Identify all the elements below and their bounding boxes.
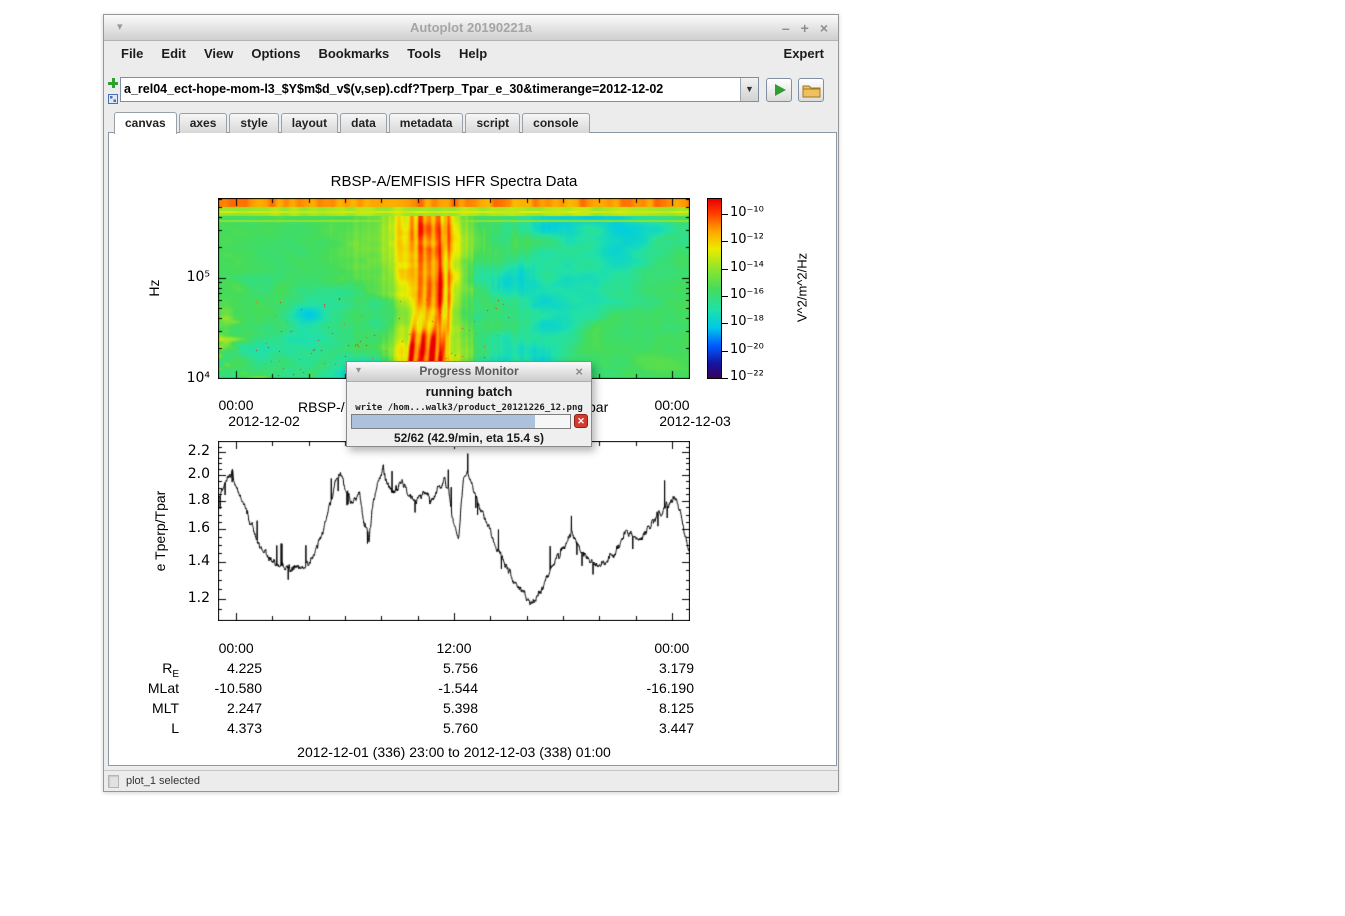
colorbar-tick: 10⁻¹⁶: [730, 287, 764, 302]
colorbar: [707, 198, 722, 379]
go-button[interactable]: [766, 78, 792, 102]
tab-data[interactable]: data: [340, 113, 387, 133]
spectrogram-date-right: 2012-12-03: [650, 413, 740, 429]
folder-icon: [802, 83, 821, 98]
cancel-button[interactable]: ✕: [574, 414, 588, 428]
status-bar: plot_1 selected: [104, 770, 838, 791]
progress-file: write /hom...walk3/product_20121226_12.p…: [347, 403, 591, 413]
lineplot-ytick: 2.0: [150, 466, 210, 482]
menu-bar-items: FileEditViewOptionsBookmarksToolsHelp: [112, 46, 496, 61]
lineplot-xtick: 12:00: [424, 640, 484, 656]
tab-axes[interactable]: axes: [179, 113, 228, 133]
colorbar-tick: 10⁻¹²: [730, 232, 764, 247]
menu-file[interactable]: File: [112, 46, 152, 61]
ephemeris-value: -1.544: [378, 680, 478, 696]
ephemeris-row-mlt: MLT2.2475.3988.125: [109, 700, 709, 718]
uri-dropdown-button[interactable]: ▼: [740, 78, 758, 101]
status-text: plot_1 selected: [126, 775, 200, 787]
colorbar-tick: 10⁻²⁰: [730, 342, 764, 357]
colorbar-tick: 10⁻¹⁴: [730, 260, 764, 275]
ephemeris-value: 2.247: [162, 700, 262, 716]
tab-layout[interactable]: layout: [281, 113, 338, 133]
lineplot-xtick: 00:00: [642, 640, 702, 656]
ephemeris-value: 8.125: [594, 700, 694, 716]
lineplot-ytick: 2.2: [150, 443, 210, 459]
tab-metadata[interactable]: metadata: [389, 113, 464, 133]
ephemeris-value: 3.179: [594, 660, 694, 676]
spectrogram-date-left: 2012-12-02: [219, 413, 309, 429]
lineplot[interactable]: [218, 441, 690, 621]
maximize-button[interactable]: +: [801, 20, 809, 36]
spectrogram-ytick: 10⁵: [150, 269, 210, 285]
ephemeris-value: -16.190: [594, 680, 694, 696]
dialog-close-button[interactable]: ×: [575, 362, 583, 381]
ephemeris-value: 5.398: [378, 700, 478, 716]
window-title: Autoplot 20190221a: [104, 15, 838, 40]
tab-script[interactable]: script: [465, 113, 520, 133]
lineplot-ytick: 1.6: [150, 520, 210, 536]
spectrogram-ytick: 10⁴: [150, 370, 210, 386]
spectrogram-plot[interactable]: [218, 198, 690, 379]
status-grip: [108, 775, 119, 788]
ephemeris-value: 5.760: [378, 720, 478, 736]
colorbar-tick: 10⁻¹⁸: [730, 314, 764, 329]
play-icon: [775, 84, 786, 96]
ephemeris-value: 3.447: [594, 720, 694, 736]
ephemeris-row-r: RE4.2255.7563.179: [109, 660, 709, 678]
progress-monitor-dialog: ▾ Progress Monitor × running batch write…: [346, 361, 592, 447]
close-button[interactable]: ×: [820, 20, 828, 36]
menu-edit[interactable]: Edit: [152, 46, 195, 61]
ephemeris-value: -10.580: [162, 680, 262, 696]
editor-toggle-icon[interactable]: [108, 91, 118, 109]
spectrogram-title: RBSP-A/EMFISIS HFR Spectra Data: [218, 173, 690, 190]
lineplot-ytick: 1.8: [150, 492, 210, 508]
spectrogram-xtick-left: 00:00: [206, 397, 266, 413]
minimize-button[interactable]: –: [782, 20, 790, 36]
lineplot-ytick: 1.4: [150, 553, 210, 569]
colorbar-label: V^2/m^2/Hz: [795, 218, 810, 358]
spectrogram-xtick-right: 00:00: [642, 397, 702, 413]
ephemeris-row-l: L4.3735.7603.447: [109, 720, 709, 738]
spectrogram-ylabel: Hz: [146, 258, 162, 318]
dialog-title: Progress Monitor: [347, 362, 591, 381]
progress-bar-fill: [352, 415, 535, 428]
uri-input[interactable]: a_rel04_ect-hope-mom-l3_$Y$m$d_v$(v,sep)…: [120, 77, 759, 102]
tab-strip: canvasaxesstylelayoutdatametadatascriptc…: [108, 111, 590, 133]
colorbar-tick: 10⁻¹⁰: [730, 205, 764, 220]
progress-task: running batch: [347, 384, 591, 399]
timerange-label: 2012-12-01 (336) 23:00 to 2012-12-03 (33…: [218, 744, 690, 760]
menu-bookmarks[interactable]: Bookmarks: [309, 46, 398, 61]
ephemeris-row-mlat: MLat-10.580-1.544-16.190: [109, 680, 709, 698]
window-titlebar[interactable]: ▾ Autoplot 20190221a – + ×: [104, 15, 838, 41]
tab-console[interactable]: console: [522, 113, 589, 133]
plot-canvas[interactable]: RBSP-A/EMFISIS HFR Spectra Data Hz V^2/m…: [108, 132, 837, 766]
menu-view[interactable]: View: [195, 46, 242, 61]
tab-style[interactable]: style: [229, 113, 278, 133]
menu-help[interactable]: Help: [450, 46, 496, 61]
menu-bar: FileEditViewOptionsBookmarksToolsHelp Ex…: [104, 42, 838, 64]
lineplot-ytick: 1.2: [150, 590, 210, 606]
dialog-titlebar[interactable]: ▾ Progress Monitor ×: [347, 362, 591, 382]
lineplot-title-fragment-left: RBSP-/: [298, 399, 345, 415]
lineplot-xtick: 00:00: [206, 640, 266, 656]
progress-status: 52/62 (42.9/min, eta 15.4 s): [347, 431, 591, 445]
uri-value: a_rel04_ect-hope-mom-l3_$Y$m$d_v$(v,sep)…: [121, 78, 740, 101]
ephemeris-value: 4.225: [162, 660, 262, 676]
progress-bar: [351, 414, 571, 429]
menu-options[interactable]: Options: [242, 46, 309, 61]
colorbar-tick: 10⁻²²: [730, 369, 764, 384]
ephemeris-value: 5.756: [378, 660, 478, 676]
expert-mode-label[interactable]: Expert: [784, 46, 830, 61]
tab-canvas[interactable]: canvas: [114, 112, 177, 134]
menu-tools[interactable]: Tools: [398, 46, 450, 61]
open-file-button[interactable]: [798, 78, 824, 102]
ephemeris-value: 4.373: [162, 720, 262, 736]
